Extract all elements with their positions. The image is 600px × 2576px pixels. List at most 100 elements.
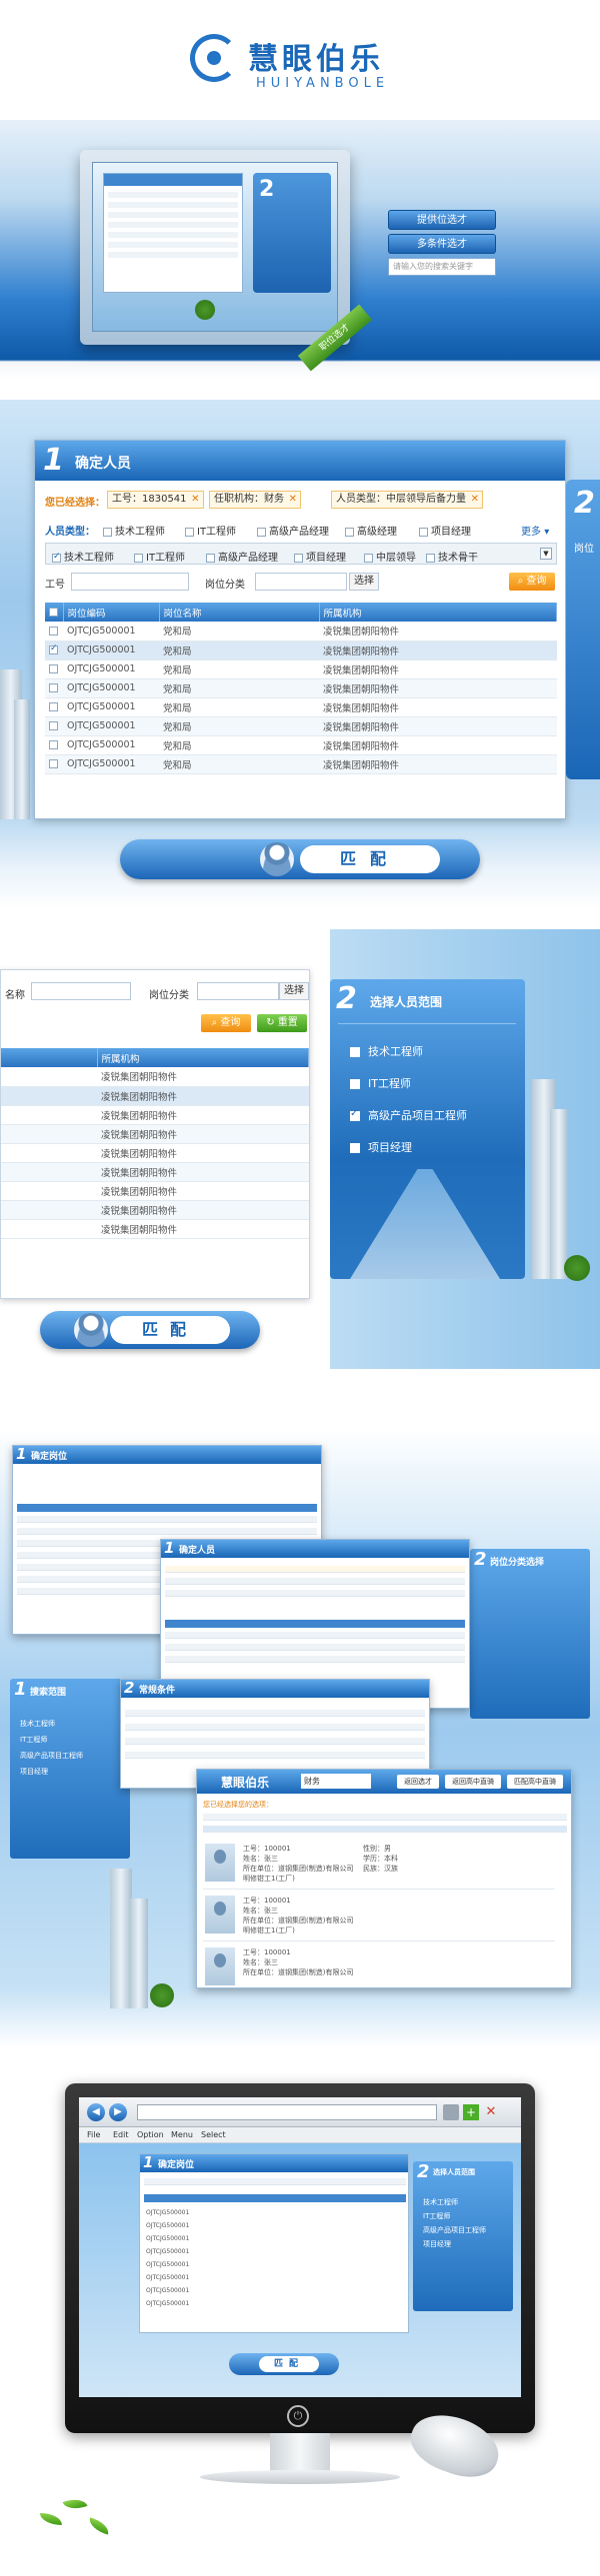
range-option[interactable]: 高级产品项目工程师 — [350, 1107, 467, 1123]
table-row[interactable]: 凌锐集团朝阳物件 — [1, 1219, 309, 1239]
match-bar: 匹配 — [229, 2353, 339, 2375]
table-row[interactable]: OJTCJG500001党和局凌锐集团朝阳物件 — [45, 754, 557, 774]
col-header[interactable]: 所属机构 — [97, 1048, 309, 1067]
multi-condition-button[interactable]: 多条件选才 — [388, 234, 496, 254]
type-option[interactable]: 高级产品经理 — [257, 523, 329, 538]
chevron-down-icon[interactable]: ▼ — [540, 548, 552, 560]
table-row[interactable]: OJTCJG500001党和局凌锐集团朝阳物件 — [45, 716, 557, 736]
match-button[interactable]: 匹配 — [110, 1316, 230, 1344]
checkbox[interactable] — [345, 527, 354, 537]
menu-file[interactable]: File — [87, 2130, 100, 2139]
type-option[interactable]: IT工程师 — [185, 523, 236, 538]
table-row[interactable]: 凌锐集团朝阳物件 — [1, 1143, 309, 1163]
checkbox[interactable] — [350, 1108, 360, 1121]
selected-types-box[interactable]: 技术工程师 IT工程师 高级产品经理 项目经理 中层领导 技术骨干 ▼ — [45, 543, 557, 565]
checkbox[interactable] — [52, 552, 61, 563]
close-icon[interactable]: ✕ — [483, 2104, 499, 2120]
table-row[interactable]: OJTCJG500001党和局凌锐集团朝阳物件 — [45, 622, 557, 642]
chip-id[interactable]: 工号：1830541 ✕ — [107, 491, 204, 509]
id-input[interactable] — [71, 573, 189, 591]
profile-row[interactable]: 工号：100001 姓名：张三 所在单位：道钢集团(制造)有限公司 明修钳工1(… — [203, 1892, 555, 1941]
table-row[interactable]: 凌锐集团朝阳物件 — [1, 1181, 309, 1201]
table-row[interactable]: OJTCJG500001党和局凌锐集团朝阳物件 — [45, 697, 557, 717]
category-select-card: 2 岗位分类选择 — [470, 1549, 590, 1719]
category-input[interactable] — [197, 982, 279, 1000]
menu-edit[interactable]: Edit — [113, 2130, 129, 2139]
close-icon[interactable]: ✕ — [289, 492, 297, 508]
side-text: 岗位 — [574, 544, 594, 555]
table-row[interactable]: 凌锐集团朝阳物件 — [1, 1200, 309, 1220]
step2-side-panel[interactable]: 2 岗位 — [566, 480, 600, 779]
checkbox[interactable] — [206, 553, 215, 563]
checkbox[interactable] — [134, 553, 143, 563]
table-row[interactable]: 凌锐集团朝阳物件 — [1, 1124, 309, 1144]
checkbox[interactable] — [185, 527, 194, 537]
type-option[interactable]: 高级经理 — [345, 523, 397, 538]
add-icon[interactable]: + — [463, 2104, 479, 2120]
more-link[interactable]: 更多 ▾ — [521, 523, 549, 538]
choose-button[interactable]: 选择 — [279, 982, 309, 1000]
person-range-panel: 2 选择人员范围 技术工程师 IT工程师 高级产品项目工程师 项目经理 — [330, 979, 525, 1279]
name-input[interactable] — [31, 982, 131, 1000]
menu-select[interactable]: Select — [201, 2130, 226, 2139]
position-select-button[interactable]: 提供位选才 — [388, 210, 496, 230]
chip-type[interactable]: 人员类型：中层领导后备力量 ✕ — [331, 491, 483, 509]
match-button[interactable]: 匹配 — [300, 845, 440, 873]
match-high-button[interactable]: 匹配高中直骑 — [507, 1775, 563, 1789]
reset-button[interactable]: ↻ 重置 — [257, 1014, 307, 1032]
table-row[interactable]: 凌锐集团朝阳物件 — [1, 1067, 309, 1087]
close-icon[interactable]: ✕ — [471, 492, 479, 508]
step2-section: 名称 岗位分类 选择 ⌕ 查询 ↻ 重置 所属机构 凌锐集团朝阳物件 凌锐集团朝… — [0, 929, 600, 1369]
profile-row[interactable]: 工号：100001 姓名：张三 所在单位：道钢集团(制造)有限公司 明修钳工1(… — [203, 1840, 555, 1890]
profile-row[interactable]: 工号：100001 姓名：张三 所在单位：道钢集团(制造)有限公司 — [203, 1943, 555, 1987]
return-button[interactable]: 返回高中直骑 — [445, 1775, 501, 1789]
checkbox[interactable] — [426, 553, 435, 563]
table-row[interactable]: OJTCJG500001党和局凌锐集团朝阳物件 — [45, 735, 557, 755]
back-button[interactable]: 返回选才 — [397, 1775, 439, 1789]
checkbox[interactable] — [364, 553, 373, 563]
monitor-stand — [270, 2433, 330, 2473]
choose-button[interactable]: 选择 — [349, 573, 379, 591]
checkbox[interactable] — [103, 527, 112, 537]
browser-toolbar: ◀ ▶ + ✕ — [79, 2097, 521, 2127]
checkbox[interactable] — [419, 527, 428, 537]
range-option[interactable]: 技术工程师 — [350, 1043, 423, 1059]
power-icon[interactable]: ⏻ — [287, 2405, 309, 2427]
table-row[interactable]: OJTCJG500001党和局凌锐集团朝阳物件 — [45, 659, 557, 679]
range-option[interactable]: 项目经理 — [350, 1139, 412, 1155]
forward-icon[interactable]: ▶ — [109, 2103, 127, 2121]
close-icon[interactable]: ✕ — [191, 492, 199, 508]
search-button[interactable]: ⌕ 查询 — [201, 1014, 251, 1032]
table-row[interactable]: OJTCJG500001党和局凌锐集团朝阳物件 — [45, 641, 557, 660]
table-row[interactable]: 凌锐集团朝阳物件 — [1, 1105, 309, 1125]
table-row[interactable]: 凌锐集团朝阳物件 — [1, 1162, 309, 1182]
table-row[interactable]: OJTCJG500001党和局凌锐集团朝阳物件 — [45, 678, 557, 698]
col-header[interactable]: 所属机构 — [319, 603, 557, 622]
table-row[interactable]: 凌锐集团朝阳物件 — [1, 1086, 309, 1106]
checkbox[interactable] — [350, 1079, 360, 1089]
match-button[interactable]: 匹配 — [259, 2356, 319, 2372]
search-icon: ⌕ — [517, 576, 524, 587]
col-header[interactable]: 岗位名称 — [159, 603, 320, 622]
col-header[interactable]: 岗位编码 — [63, 603, 160, 622]
menu-option[interactable]: Option — [137, 2130, 164, 2139]
type-option[interactable]: 项目经理 — [419, 523, 471, 538]
back-icon[interactable]: ◀ — [87, 2103, 105, 2121]
menu-menu[interactable]: Menu — [171, 2130, 193, 2139]
checkbox[interactable] — [294, 553, 303, 563]
checkbox[interactable] — [350, 1047, 360, 1057]
checkbox[interactable] — [350, 1143, 360, 1153]
chip-org[interactable]: 任职机构：财务 ✕ — [209, 491, 301, 509]
search-input[interactable]: 财务 — [301, 1774, 371, 1789]
hero-search-input[interactable]: 请输入您的搜索关键字 — [388, 258, 496, 276]
search-button[interactable]: ⌕ 查询 — [509, 573, 555, 591]
category-input[interactable] — [255, 573, 347, 591]
select-all-checkbox[interactable] — [49, 608, 58, 617]
position-search-window: 名称 岗位分类 选择 ⌕ 查询 ↻ 重置 所属机构 凌锐集团朝阳物件 凌锐集团朝… — [0, 969, 310, 1299]
checkbox[interactable] — [257, 527, 266, 537]
dropdown-icon[interactable] — [443, 2104, 459, 2120]
range-option[interactable]: IT工程师 — [350, 1075, 411, 1091]
position-table: 岗位编码 岗位名称 所属机构 OJTCJG500001党和局凌锐集团朝阳物件 O… — [45, 603, 557, 774]
url-input[interactable] — [137, 2104, 437, 2120]
type-option[interactable]: 技术工程师 — [103, 523, 165, 538]
